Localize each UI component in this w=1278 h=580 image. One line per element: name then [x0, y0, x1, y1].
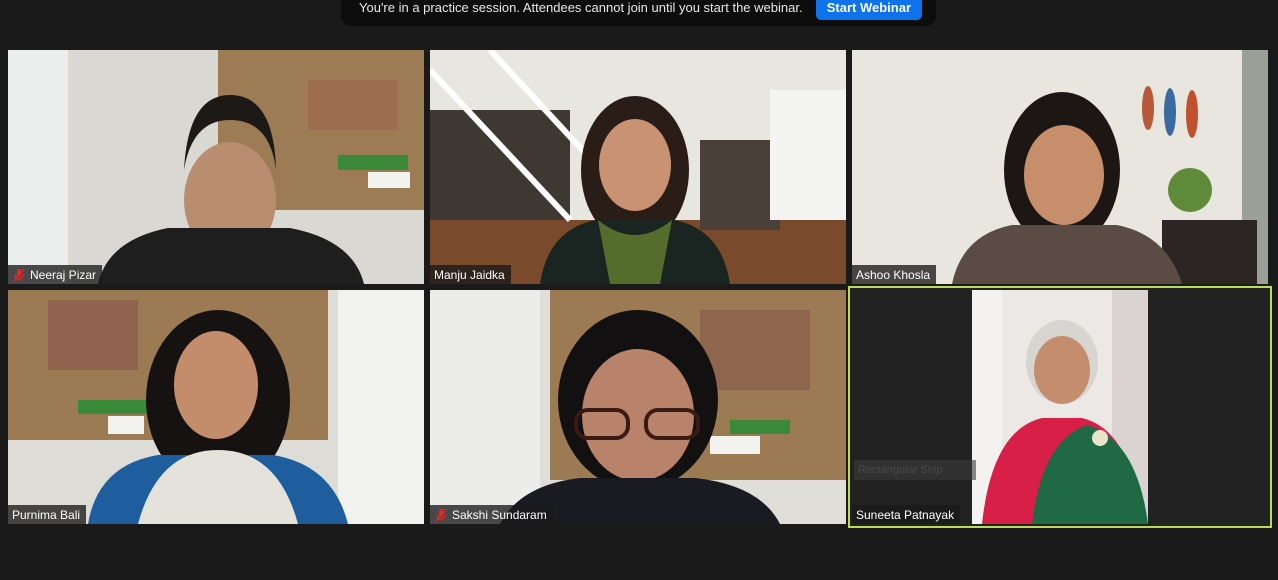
- video-tile-ashoo-khosla[interactable]: Ashoo Khosla: [852, 50, 1268, 284]
- video-tile-suneeta-patnayak[interactable]: Rectangular Snip Suneeta Patnayak: [848, 286, 1272, 528]
- participant-name-tag: Manju Jaidka: [430, 265, 511, 284]
- participant-video: [430, 290, 846, 524]
- participant-video: [852, 50, 1268, 284]
- practice-session-banner: You're in a practice session. Attendees …: [341, 0, 936, 26]
- mic-muted-icon: [435, 508, 447, 521]
- participant-name-tag: Purnima Bali: [8, 505, 87, 524]
- participant-video: [850, 288, 1270, 526]
- video-tile-purnima-bali[interactable]: Purnima Bali: [8, 290, 424, 524]
- video-tile-manju-jaidka[interactable]: Manju Jaidka: [430, 50, 846, 284]
- participant-name-tag: Sakshi Sundaram: [430, 505, 553, 524]
- mic-muted-icon: [13, 268, 25, 281]
- participant-name: Neeraj Pizar: [30, 267, 97, 282]
- participant-name: Purnima Bali: [12, 507, 81, 522]
- participant-video: [430, 50, 846, 284]
- video-tile-sakshi-sundaram[interactable]: Sakshi Sundaram: [430, 290, 846, 524]
- video-tile-neeraj-pizar[interactable]: Neeraj Pizar: [8, 50, 424, 284]
- participant-name: Suneeta Patnayak: [856, 507, 955, 522]
- banner-message: You're in a practice session. Attendees …: [359, 0, 803, 15]
- participant-video: [8, 290, 424, 524]
- snip-tool-label: Rectangular Snip: [854, 460, 976, 480]
- participant-name: Ashoo Khosla: [856, 267, 931, 282]
- participant-name-tag: Suneeta Patnayak: [852, 505, 961, 524]
- participant-video: [8, 50, 424, 284]
- participant-name-tag: Ashoo Khosla: [852, 265, 937, 284]
- participant-name-tag: Neeraj Pizar: [8, 265, 103, 284]
- participant-name: Manju Jaidka: [434, 267, 505, 282]
- start-webinar-button[interactable]: Start Webinar: [815, 0, 922, 20]
- participant-name: Sakshi Sundaram: [452, 507, 547, 522]
